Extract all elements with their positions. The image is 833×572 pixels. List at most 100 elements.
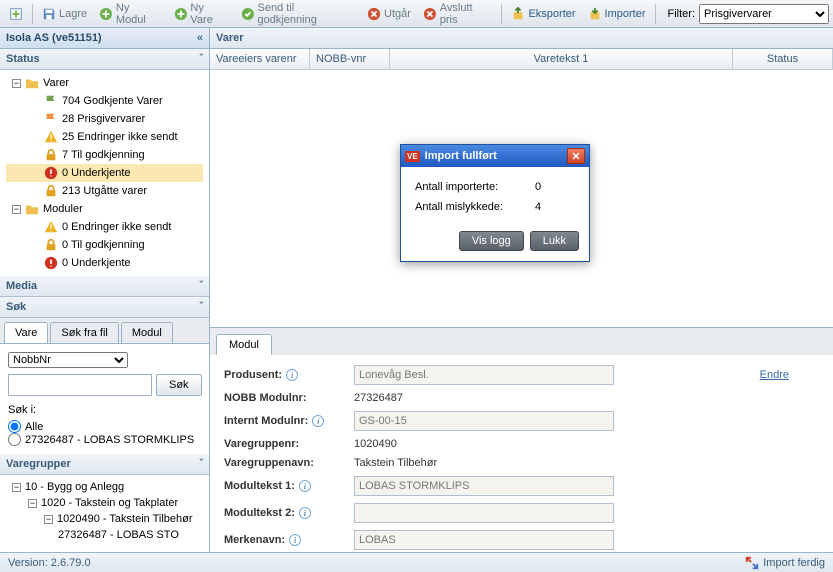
vg-node[interactable]: −1020 - Takstein og Takplater (6, 495, 203, 511)
info-icon[interactable]: i (312, 415, 324, 427)
search-button[interactable]: Søk (156, 374, 202, 396)
chevron-icon[interactable]: ˇ (199, 280, 203, 292)
expand-icon[interactable]: − (44, 515, 53, 524)
col-status[interactable]: Status (733, 49, 833, 69)
import-done-dialog: VE Import fullført ✕ Antall importerte:0… (400, 144, 590, 262)
new-module-label: Ny Modul (116, 2, 162, 26)
input-internt-modulnr[interactable] (354, 411, 614, 431)
status-bar: Version: 2.6.79.0 Import ferdig (0, 552, 833, 572)
export-label: Eksporter (528, 8, 575, 20)
dialog-title: Import fullført (425, 150, 497, 162)
failed-value: 4 (535, 201, 541, 213)
version-label: Version: 2.6.79.0 (8, 557, 91, 569)
tab-modul[interactable]: Modul (121, 322, 173, 343)
new-product-label: Ny Vare (190, 2, 228, 26)
input-merkenavn[interactable] (354, 530, 614, 550)
sok-i-label: Søk i: (8, 404, 201, 416)
company-title: Isola AS (ve51151) (6, 32, 102, 44)
info-icon[interactable]: i (289, 534, 301, 546)
info-icon[interactable]: i (299, 480, 311, 492)
filter-select[interactable]: Prisgivervarer (699, 4, 829, 24)
row-modultekst1: Modultekst 1:i (224, 476, 819, 496)
row-varegruppenr: Varegruppenr: 1020490 (224, 438, 819, 450)
expand-icon[interactable]: − (28, 499, 37, 508)
collapse-icon[interactable]: « (197, 32, 203, 44)
expand-icon[interactable]: − (12, 483, 21, 492)
endre-link[interactable]: Endre (760, 369, 789, 381)
media-header[interactable]: Media ˇ (0, 276, 209, 297)
row-varegruppenavn: Varegruppenavn: Takstein Tilbehør (224, 457, 819, 469)
col-varetekst[interactable]: Varetekst 1 (390, 49, 733, 69)
media-header-label: Media (6, 280, 37, 292)
row-merkenavn: Merkenavn:i (224, 530, 819, 550)
radio-alle[interactable]: Alle (8, 420, 201, 433)
tab-sok-fra-fil[interactable]: Søk fra fil (50, 322, 118, 343)
col-vareeiers-varenr[interactable]: Vareeiers varenr (210, 49, 310, 69)
status-header-label: Status (6, 53, 40, 65)
filter-label: Filter: (668, 8, 696, 20)
col-nobb-vnr[interactable]: NOBB-vnr (310, 49, 390, 69)
tree-item[interactable]: 0 Endringer ikke sendt (6, 218, 203, 236)
grid-title: Varer (210, 28, 833, 49)
new-module-button[interactable]: Ny Modul (94, 0, 167, 28)
moduler-label: Moduler (43, 203, 83, 215)
tab-modul-detail[interactable]: Modul (216, 334, 272, 355)
close-icon[interactable]: ✕ (567, 148, 585, 164)
expire-button[interactable]: Utgår (362, 5, 416, 23)
sok-header-label: Søk (6, 301, 26, 313)
send-approval-label: Send til godkjenning (258, 2, 356, 26)
vg-node[interactable]: 27326487 - LOBAS STO (6, 527, 203, 543)
filter-group: Filter: Prisgivervarer (668, 4, 830, 24)
vg-node[interactable]: −10 - Bygg og Anlegg (6, 479, 203, 495)
search-field-select[interactable]: NobbNr (8, 352, 128, 368)
row-internt-modulnr: Internt Modulnr:i (224, 411, 819, 431)
status-header[interactable]: Status ˇ (0, 49, 209, 70)
grid-columns: Vareeiers varenr NOBB-vnr Varetekst 1 St… (210, 49, 833, 70)
show-log-button[interactable]: Vis logg (459, 231, 524, 251)
expand-icon[interactable]: − (12, 79, 21, 88)
info-icon[interactable]: i (286, 369, 298, 381)
chevron-icon[interactable]: ˇ (199, 458, 203, 470)
tree-item[interactable]: 0 Til godkjenning (6, 236, 203, 254)
radio-modul[interactable]: 27326487 - LOBAS STORMKLIPS (8, 433, 201, 446)
detail-form: Produsent:i Endre NOBB Modulnr: 27326487… (210, 355, 833, 552)
tree-item[interactable]: 7 Til godkjenning (6, 146, 203, 164)
new-product-button[interactable]: Ny Vare (169, 0, 234, 28)
chevron-icon[interactable]: ˇ (199, 301, 203, 313)
save-button[interactable]: Lagre (37, 5, 92, 23)
search-input[interactable] (8, 374, 152, 396)
varegrupper-header-label: Varegrupper (6, 458, 71, 470)
row-modultekst2: Modultekst 2:i (224, 503, 819, 523)
varegrupper-header[interactable]: Varegrupper ˇ (0, 454, 209, 475)
expand-icon[interactable]: − (12, 205, 21, 214)
app-icon-button[interactable] (4, 5, 28, 23)
varer-node[interactable]: − Varer (6, 74, 203, 92)
tree-item[interactable]: 28 Prisgivervarer (6, 110, 203, 128)
import-button[interactable]: Importer (583, 5, 651, 23)
send-approval-button[interactable]: Send til godkjenning (236, 0, 360, 28)
moduler-node[interactable]: − Moduler (6, 200, 203, 218)
input-modultekst1[interactable] (354, 476, 614, 496)
vg-node[interactable]: −1020490 - Takstein Tilbehør (6, 511, 203, 527)
input-produsent[interactable] (354, 365, 614, 385)
search-tabs: Vare Søk fra fil Modul (0, 318, 209, 344)
dialog-title-bar[interactable]: VE Import fullført ✕ (401, 145, 589, 167)
close-button[interactable]: Lukk (530, 231, 579, 251)
save-label: Lagre (59, 8, 87, 20)
end-price-button[interactable]: Avslutt pris (418, 0, 498, 28)
chevron-icon[interactable]: ˇ (199, 53, 203, 65)
tree-item[interactable]: 0 Underkjente (6, 254, 203, 272)
tree-item[interactable]: 213 Utgåtte varer (6, 182, 203, 200)
export-button[interactable]: Eksporter (506, 5, 580, 23)
tab-vare[interactable]: Vare (4, 322, 48, 343)
import-label: Importer (605, 8, 646, 20)
sok-header[interactable]: Søk ˇ (0, 297, 209, 318)
tree-item[interactable]: 25 Endringer ikke sendt (6, 128, 203, 146)
expire-label: Utgår (384, 8, 411, 20)
import-done-icon (745, 556, 759, 570)
input-modultekst2[interactable] (354, 503, 614, 523)
info-icon[interactable]: i (299, 507, 311, 519)
tree-item[interactable]: 704 Godkjente Varer (6, 92, 203, 110)
tree-item-selected[interactable]: 0 Underkjente (6, 164, 203, 182)
ve-icon: VE (405, 151, 420, 162)
